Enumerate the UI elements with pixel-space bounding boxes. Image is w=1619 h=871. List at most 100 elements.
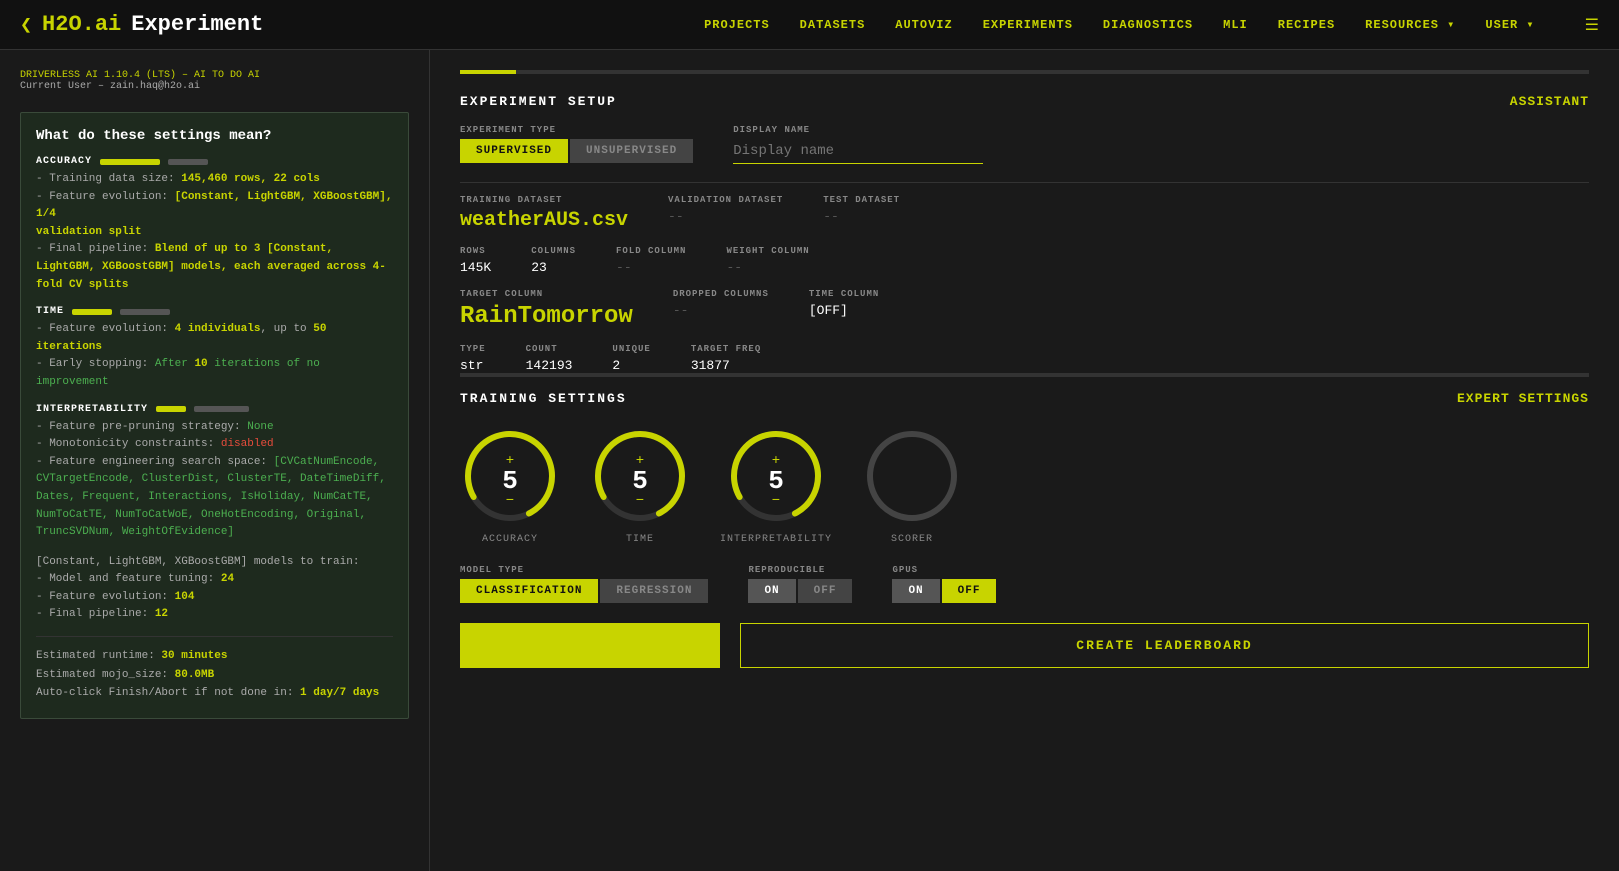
- experiment-type-label: EXPERIMENT TYPE: [460, 125, 693, 135]
- interp-pruning: None: [247, 421, 273, 433]
- accuracy-text: ACCURACY: [36, 156, 92, 167]
- assistant-link[interactable]: ASSISTANT: [1510, 94, 1589, 109]
- unsupervised-button[interactable]: UNSUPERVISED: [570, 139, 693, 163]
- nav-diagnostics[interactable]: DIAGNOSTICS: [1103, 18, 1193, 32]
- nav-mli[interactable]: MLI: [1223, 18, 1248, 32]
- left-panel: DRIVERLESS AI 1.10.4 (LTS) – AI TO DO AI…: [0, 50, 430, 871]
- display-name-group: DISPLAY NAME: [733, 125, 983, 164]
- nav-recipes[interactable]: RECIPES: [1278, 18, 1335, 32]
- columns-group: COLUMNS 23: [531, 246, 576, 275]
- nav-experiments[interactable]: EXPERIMENTS: [983, 18, 1073, 32]
- time-column-label: TIME COLUMN: [809, 289, 879, 299]
- target-column-group: TARGET COLUMN RainTomorrow: [460, 289, 633, 330]
- create-leaderboard-button[interactable]: CREATE LEADERBOARD: [740, 623, 1589, 668]
- fold-column-value[interactable]: --: [616, 260, 686, 275]
- target-row: TARGET COLUMN RainTomorrow DROPPED COLUM…: [460, 289, 1589, 330]
- nav-links: PROJECTS DATASETS AUTOVIZ EXPERIMENTS DI…: [704, 15, 1599, 35]
- knobs-row: + 5 − ACCURACY + 5 − TIME: [460, 426, 1589, 545]
- models-line4-pre: - Final pipeline:: [36, 608, 155, 620]
- current-user: Current User – zain.haq@h2o.ai: [20, 81, 409, 92]
- validation-dataset-group: VALIDATION DATASET --: [668, 195, 783, 232]
- nav-datasets[interactable]: DATASETS: [800, 18, 866, 32]
- validation-dataset-label: VALIDATION DATASET: [668, 195, 783, 205]
- weight-column-value[interactable]: --: [726, 260, 809, 275]
- supervised-button[interactable]: SUPERVISED: [460, 139, 568, 163]
- nav-resources[interactable]: RESOURCES ▾: [1365, 17, 1455, 32]
- separator-1: [460, 182, 1589, 183]
- model-settings-row: MODEL TYPE CLASSIFICATION REGRESSION REP…: [460, 565, 1589, 603]
- test-dataset-label: TEST DATASET: [823, 195, 900, 205]
- interp-search-space: [CVCatNumEncode, CVTargetEncode, Cluster…: [36, 456, 386, 538]
- accuracy-knob-container: + 5 − ACCURACY: [460, 426, 560, 545]
- type-value: str: [460, 358, 486, 373]
- main-layout: DRIVERLESS AI 1.10.4 (LTS) – AI TO DO AI…: [0, 50, 1619, 871]
- accuracy-knob[interactable]: + 5 −: [460, 426, 560, 526]
- type-group: TYPE str: [460, 344, 486, 373]
- gpus-group: GPUS ON OFF: [892, 565, 996, 603]
- interp-line1-pre: - Feature pre-pruning strategy:: [36, 421, 247, 433]
- regression-button[interactable]: REGRESSION: [600, 579, 708, 603]
- training-dataset-value[interactable]: weatherAUS.csv: [460, 209, 628, 232]
- autoclick-pre: Auto-click Finish/Abort if not done in:: [36, 687, 300, 699]
- models-info: [Constant, LightGBM, XGBoostGBM] models …: [36, 554, 393, 624]
- count-group: COUNT 142193: [526, 344, 573, 373]
- gpus-label: GPUS: [892, 565, 996, 575]
- display-name-input[interactable]: [733, 139, 983, 164]
- runtime-value: 30 minutes: [161, 650, 227, 662]
- interpretability-knob[interactable]: + 5 −: [726, 426, 826, 526]
- scorer-knob[interactable]: [862, 426, 962, 526]
- gpus-on-button[interactable]: ON: [892, 579, 939, 603]
- svg-text:5: 5: [768, 466, 784, 496]
- accuracy-section: ACCURACY - Training data size: 145,460 r…: [36, 156, 393, 294]
- expert-settings-link[interactable]: EXPERT SETTINGS: [1457, 391, 1589, 406]
- accuracy-bar-gray: [168, 159, 208, 165]
- accuracy-bar-yellow: [100, 159, 160, 165]
- dropped-columns-group: DROPPED COLUMNS --: [673, 289, 769, 330]
- svg-text:−: −: [506, 493, 514, 509]
- nav-user[interactable]: USER ▾: [1485, 17, 1534, 32]
- nav-autoviz[interactable]: AUTOVIZ: [895, 18, 952, 32]
- logo-area: ❮ H2O.ai Experiment: [20, 12, 263, 38]
- back-chevron-icon[interactable]: ❮: [20, 12, 32, 38]
- time-column-value[interactable]: [OFF]: [809, 303, 879, 318]
- models-pipeline: 12: [155, 608, 168, 620]
- right-panel: EXPERIMENT SETUP ASSISTANT EXPERIMENT TY…: [430, 50, 1619, 871]
- reproducible-off-button[interactable]: OFF: [798, 579, 853, 603]
- target-column-value[interactable]: RainTomorrow: [460, 303, 633, 330]
- mojo-value: 80.0MB: [175, 669, 215, 681]
- hamburger-icon[interactable]: ☰: [1585, 15, 1599, 35]
- svg-text:5: 5: [632, 466, 648, 496]
- classification-button[interactable]: CLASSIFICATION: [460, 579, 598, 603]
- time-knob-label: TIME: [626, 534, 654, 545]
- reproducible-on-button[interactable]: ON: [748, 579, 795, 603]
- accuracy-rows: 145,460 rows, 22 cols: [181, 173, 320, 185]
- time-knob[interactable]: + 5 −: [590, 426, 690, 526]
- time-bar-yellow: [72, 309, 112, 315]
- test-dataset-value[interactable]: --: [823, 209, 900, 224]
- models-line2-pre: - Model and feature tuning:: [36, 573, 221, 585]
- models-line3-pre: - Feature evolution:: [36, 591, 175, 603]
- dropped-columns-value[interactable]: --: [673, 303, 769, 318]
- validation-dataset-value[interactable]: --: [668, 209, 783, 224]
- gpus-off-button[interactable]: OFF: [942, 579, 997, 603]
- display-name-label: DISPLAY NAME: [733, 125, 983, 135]
- interp-bar-gray: [194, 406, 249, 412]
- launch-button[interactable]: [460, 623, 720, 668]
- type-display-row: EXPERIMENT TYPE SUPERVISED UNSUPERVISED …: [460, 125, 1589, 164]
- target-freq-value: 31877: [691, 358, 761, 373]
- model-type-label: MODEL TYPE: [460, 565, 708, 575]
- accuracy-pipeline-pre: - Final pipeline:: [36, 243, 155, 255]
- nav-projects[interactable]: PROJECTS: [704, 18, 770, 32]
- weight-column-group: WEIGHT COLUMN --: [726, 246, 809, 275]
- experiment-type-group: EXPERIMENT TYPE SUPERVISED UNSUPERVISED: [460, 125, 693, 163]
- type-stats-row: TYPE str COUNT 142193 UNIQUE 2 TARGET FR…: [460, 344, 1589, 373]
- svg-text:5: 5: [502, 466, 518, 496]
- time-text: TIME: [36, 306, 64, 317]
- settings-info-box: What do these settings mean? ACCURACY - …: [20, 112, 409, 719]
- count-value: 142193: [526, 358, 573, 373]
- rows-group: ROWS 145K: [460, 246, 491, 275]
- svg-text:−: −: [772, 493, 780, 509]
- fold-column-label: FOLD COLUMN: [616, 246, 686, 256]
- training-settings-header: TRAINING SETTINGS EXPERT SETTINGS: [460, 391, 1589, 406]
- time-individuals: 4 individuals: [175, 323, 261, 335]
